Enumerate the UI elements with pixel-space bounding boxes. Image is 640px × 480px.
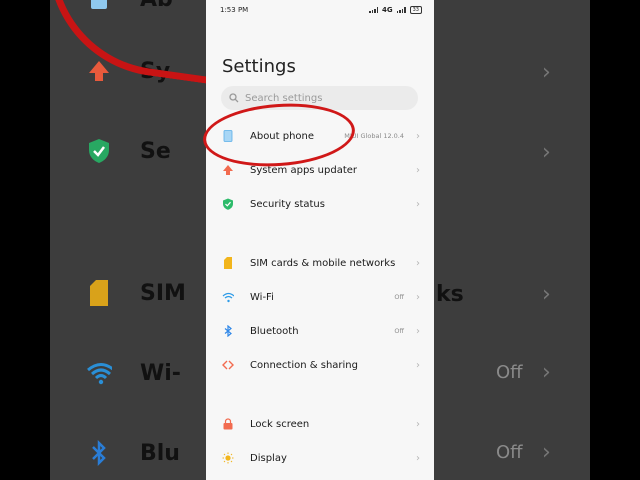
search-input[interactable]: Search settings [221, 86, 418, 110]
bg-row-wifi: Wi- [86, 360, 181, 386]
settings-item-value: Off [394, 327, 404, 335]
chevron-right-icon: › [416, 198, 420, 210]
status-bar: 1:53 PM 4G 33 [220, 4, 422, 16]
search-icon [229, 93, 239, 103]
wifi-icon [222, 291, 234, 303]
bg-label: ks [436, 282, 464, 307]
search-placeholder: Search settings [245, 92, 323, 104]
bg-row-bluetooth: Blu [86, 440, 180, 466]
bg-row-sim: SIM [86, 280, 186, 306]
bg-value: Off [496, 362, 523, 383]
sun-icon [222, 452, 234, 464]
settings-item-wifi[interactable]: Wi-Fi Off › [206, 282, 434, 312]
bg-row-wifi-right: Off [496, 362, 523, 383]
chevron-right-icon: › [542, 440, 551, 465]
chevron-right-icon: › [416, 257, 420, 269]
settings-item-label: System apps updater [250, 164, 358, 176]
network-type: 4G [382, 6, 393, 14]
settings-item-label: Connection & sharing [250, 359, 358, 371]
settings-item-about-phone[interactable]: About phone MIUI Global 12.0.4 › [206, 121, 434, 151]
page-title: Settings [222, 56, 296, 77]
bluetooth-icon [222, 325, 234, 337]
settings-item-label: Bluetooth [250, 325, 299, 337]
sim-card-icon [86, 280, 112, 306]
bg-value: Off [496, 442, 523, 463]
bg-label: Blu [140, 440, 180, 466]
settings-item-label: Wi-Fi [250, 291, 274, 303]
chevron-right-icon: › [416, 164, 420, 176]
up-arrow-icon [222, 164, 234, 176]
settings-item-label: Security status [250, 198, 325, 210]
settings-item-label: About phone [250, 130, 315, 142]
signal-icon [369, 7, 378, 13]
background-zoom-right: › › ks › Off › Off › [434, 0, 640, 480]
chevron-right-icon: › [416, 325, 420, 337]
connection-icon [222, 359, 234, 371]
settings-item-label: Lock screen [250, 418, 310, 430]
settings-item-value: Off [394, 293, 404, 301]
settings-item-bluetooth[interactable]: Bluetooth Off › [206, 316, 434, 346]
chevron-right-icon: › [416, 418, 420, 430]
bluetooth-icon [86, 440, 112, 466]
chevron-right-icon: › [416, 452, 420, 464]
settings-item-value: MIUI Global 12.0.4 [344, 132, 404, 140]
shield-check-icon [86, 138, 112, 164]
settings-item-system-apps-updater[interactable]: System apps updater › [206, 155, 434, 185]
shield-check-icon [222, 198, 234, 210]
settings-item-display[interactable]: Display › [206, 443, 434, 473]
phone-screen: 1:53 PM 4G 33 Settings Search settings A… [206, 0, 434, 480]
bg-label: Se [140, 138, 171, 164]
chevron-right-icon: › [542, 140, 551, 165]
bg-row-security: Se [86, 138, 171, 164]
bg-label: SIM [140, 280, 186, 306]
settings-item-lock-screen[interactable]: Lock screen › [206, 409, 434, 439]
chevron-right-icon: › [416, 291, 420, 303]
signal-icon [396, 7, 406, 13]
settings-item-connection-sharing[interactable]: Connection & sharing › [206, 350, 434, 380]
status-time: 1:53 PM [220, 6, 249, 14]
chevron-right-icon: › [542, 60, 551, 85]
chevron-right-icon: › [416, 130, 420, 142]
settings-item-label: SIM cards & mobile networks [250, 257, 396, 269]
sim-card-icon [222, 257, 234, 269]
lock-icon [222, 418, 234, 430]
chevron-right-icon: › [542, 282, 551, 307]
wifi-icon [86, 360, 112, 386]
settings-item-sim-cards[interactable]: SIM cards & mobile networks › [206, 248, 434, 278]
bg-row-sim-right: ks [436, 282, 464, 307]
background-zoom-right-panel: › › ks › Off › Off › [434, 0, 590, 480]
settings-item-label: Display [250, 452, 287, 464]
chevron-right-icon: › [416, 359, 420, 371]
bg-label: Wi- [140, 360, 181, 386]
battery-icon: 33 [409, 6, 422, 14]
status-indicators: 4G 33 [369, 6, 422, 14]
settings-item-security-status[interactable]: Security status › [206, 189, 434, 219]
chevron-right-icon: › [542, 360, 551, 385]
bg-row-bluetooth-right: Off [496, 442, 523, 463]
phone-icon [222, 130, 234, 142]
